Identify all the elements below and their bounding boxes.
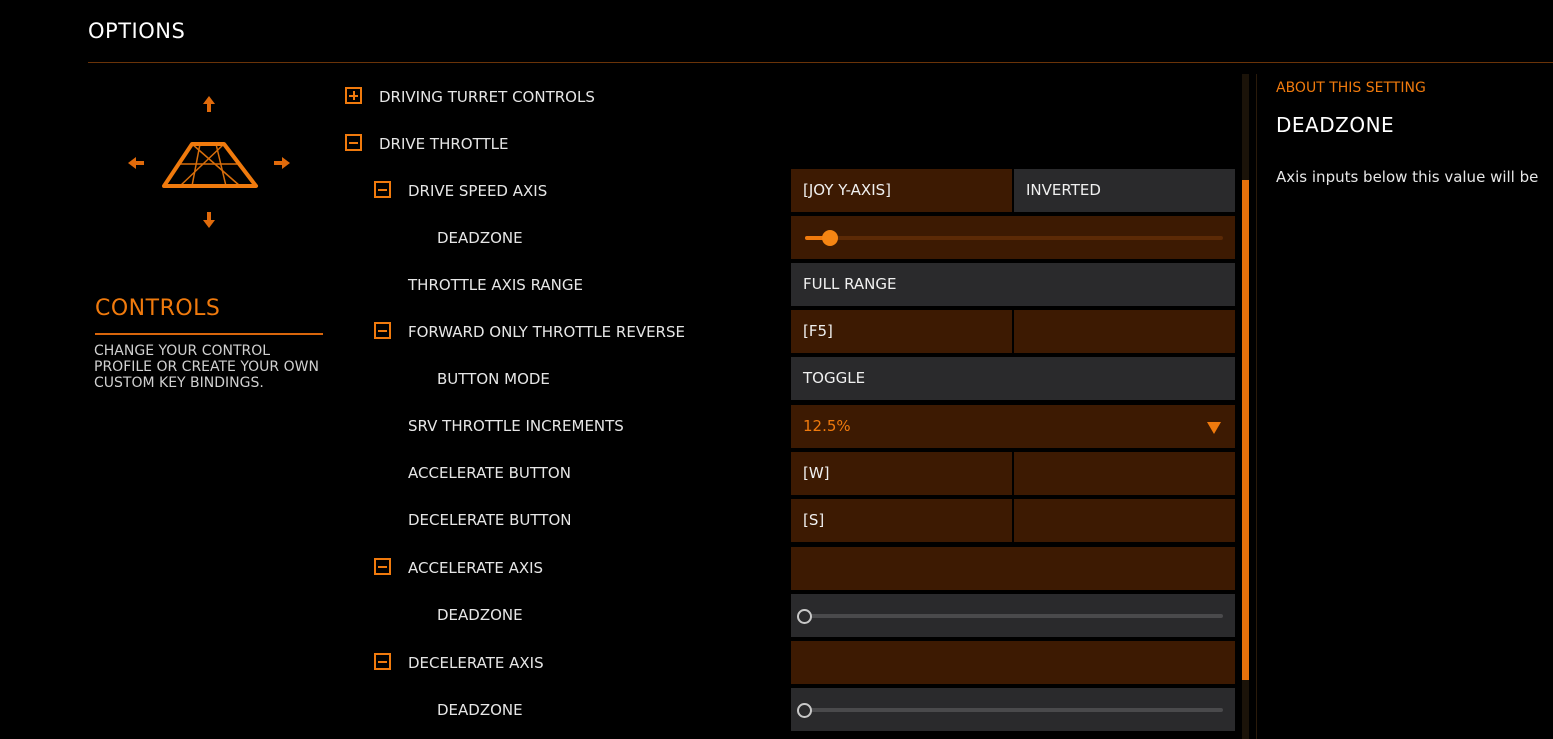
row-label: DRIVE SPEED AXIS [408, 182, 548, 200]
slider-handle[interactable] [797, 608, 812, 624]
row-label: DECELERATE AXIS [408, 654, 544, 672]
collapse-icon[interactable] [374, 322, 391, 339]
row-label: DEADZONE [437, 701, 523, 719]
srv-throttle-increments-dropdown[interactable]: 12.5% [791, 405, 1235, 448]
accelerate-button-secondary[interactable] [1014, 452, 1235, 495]
decelerate-button-binding[interactable]: [S] [791, 499, 1012, 542]
scrollbar-thumb[interactable] [1242, 180, 1249, 680]
slider-handle[interactable] [822, 230, 839, 246]
accelerate-axis-binding[interactable] [791, 547, 1235, 590]
row-label: FORWARD ONLY THROTTLE REVERSE [408, 323, 685, 341]
panel-divider [1256, 74, 1257, 739]
row-label: BUTTON MODE [437, 370, 550, 388]
collapse-icon[interactable] [374, 558, 391, 575]
section-description: CHANGE YOUR CONTROL PROFILE OR CREATE YO… [94, 343, 319, 391]
slider-track[interactable] [797, 702, 1223, 718]
row-label: ACCELERATE BUTTON [408, 464, 571, 482]
decelerate-button-secondary[interactable] [1014, 499, 1235, 542]
page-title: OPTIONS [88, 19, 186, 43]
collapse-icon[interactable] [374, 181, 391, 198]
about-title: DEADZONE [1276, 113, 1395, 137]
row-label: DEADZONE [437, 606, 523, 624]
dropdown-selected-value: 12.5% [803, 417, 851, 435]
section-title: CONTROLS [95, 296, 221, 321]
forward-only-throttle-reverse-secondary[interactable] [1014, 310, 1235, 353]
drive-speed-axis-binding[interactable]: [JOY Y-AXIS] [791, 169, 1012, 212]
collapse-icon[interactable] [374, 653, 391, 670]
row-label: SRV THROTTLE INCREMENTS [408, 417, 624, 435]
collapse-icon[interactable] [345, 134, 362, 151]
button-mode-value[interactable]: TOGGLE [791, 357, 1235, 400]
decelerate-deadzone-slider[interactable] [791, 688, 1235, 731]
throttle-axis-range-value[interactable]: FULL RANGE [791, 263, 1235, 306]
row-label: DRIVE THROTTLE [379, 135, 509, 153]
row-label: DRIVING TURRET CONTROLS [379, 88, 595, 106]
header-divider [88, 62, 1553, 63]
about-description: Axis inputs below this value will be [1276, 168, 1539, 186]
expand-icon[interactable] [345, 87, 362, 104]
srv-controls-icon [128, 96, 290, 228]
dropdown-arrow-icon[interactable] [1207, 422, 1221, 434]
decelerate-axis-binding[interactable] [791, 641, 1235, 684]
forward-only-throttle-reverse-binding[interactable]: [F5] [791, 310, 1012, 353]
drive-speed-axis-inverted-toggle[interactable]: INVERTED [1014, 169, 1235, 212]
row-label: DEADZONE [437, 229, 523, 247]
row-label: ACCELERATE AXIS [408, 559, 544, 577]
slider-track[interactable] [805, 230, 1223, 246]
slider-track[interactable] [797, 608, 1223, 624]
row-label: THROTTLE AXIS RANGE [408, 276, 583, 294]
about-heading: ABOUT THIS SETTING [1276, 80, 1426, 96]
slider-handle[interactable] [797, 702, 812, 718]
section-divider [95, 333, 323, 335]
row-label: DECELERATE BUTTON [408, 511, 572, 529]
accelerate-deadzone-slider[interactable] [791, 594, 1235, 637]
drive-speed-deadzone-slider[interactable] [791, 216, 1235, 259]
accelerate-button-binding[interactable]: [W] [791, 452, 1012, 495]
